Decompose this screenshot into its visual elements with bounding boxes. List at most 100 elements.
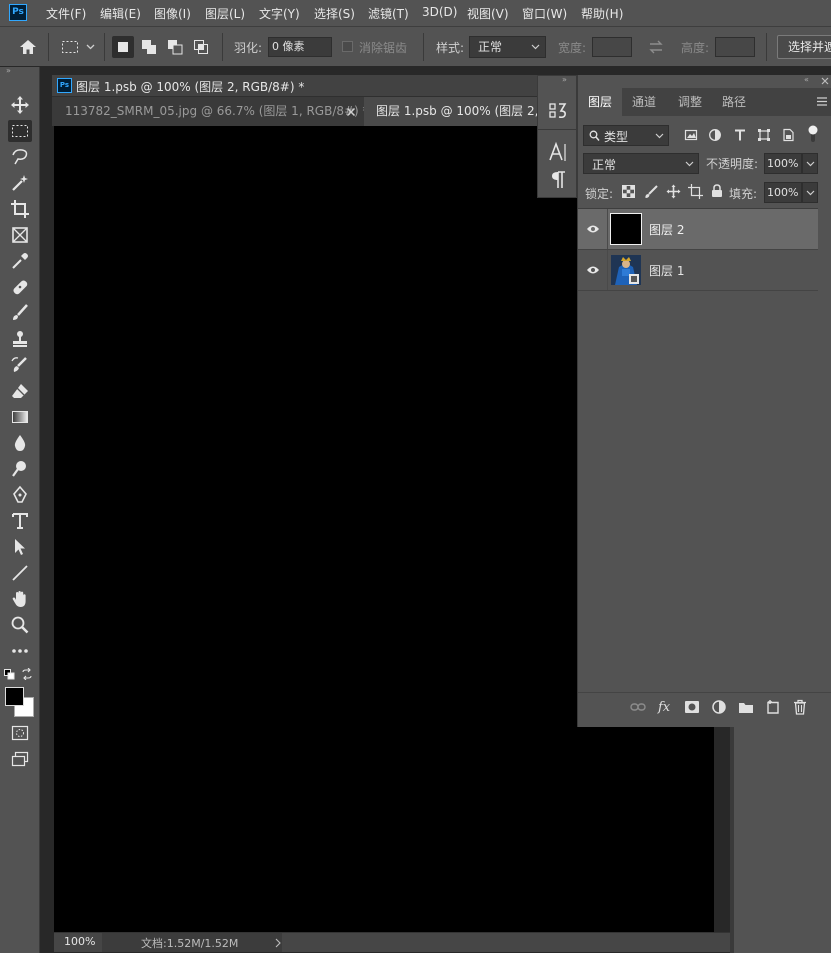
tab-jpg-document[interactable]: 113782_SMRM_05.jpg @ 66.7% (图层 1, RGB/8#… [52,97,364,126]
tab-paths[interactable]: 路径 [712,88,756,116]
add-mask-icon[interactable] [683,699,701,715]
feather-input[interactable]: 0 像素 [268,37,332,57]
gradient-tool-icon[interactable] [8,406,32,428]
line-tool-icon[interactable] [8,562,32,584]
document-title-bar[interactable]: Ps 图层 1.psb @ 100% (图层 2, RGB/8#) * [52,75,542,97]
home-icon[interactable] [18,38,38,56]
filter-pixel-icon[interactable] [684,128,698,142]
more-tools-icon[interactable] [8,640,32,662]
delete-layer-icon[interactable] [791,699,809,715]
menu-filter[interactable]: 滤镜(T) [368,5,409,22]
close-icon[interactable] [820,75,830,85]
collapse-icon[interactable]: » [6,67,16,75]
character-panel-icon[interactable] [546,141,570,163]
menu-image[interactable]: 图像(I) [154,5,191,22]
dodge-tool-icon[interactable] [8,458,32,480]
screen-mode-icon[interactable] [8,748,32,770]
select-and-mask-button[interactable]: 选择并遮住... [777,35,831,59]
lasso-tool-icon[interactable] [8,146,32,168]
swap-icon[interactable] [647,39,665,55]
zoom-tool-icon[interactable] [8,614,32,636]
layer-name[interactable]: 图层 2 [649,221,684,238]
eyedropper-tool-icon[interactable] [8,250,32,272]
menu-3d[interactable]: 3D(D) [422,5,457,19]
intersect-selection-button[interactable] [190,36,212,58]
clone-stamp-tool-icon[interactable] [8,328,32,350]
history-brush-tool-icon[interactable] [8,354,32,376]
new-selection-button[interactable] [112,36,134,58]
healing-brush-tool-icon[interactable] [8,276,32,298]
fill-input[interactable]: 100% [764,182,802,203]
move-tool-icon[interactable] [8,94,32,116]
tab-psb-document[interactable]: 图层 1.psb @ 100% (图层 2, RGB/8#) * [364,97,542,126]
height-input[interactable] [715,37,755,57]
prevent-autonest-icon[interactable] [688,184,703,199]
layer-row-2[interactable]: 图层 2 [578,209,818,250]
menu-select[interactable]: 选择(S) [314,5,355,22]
type-tool-icon[interactable] [8,510,32,532]
zoom-level[interactable]: 100% [64,935,95,948]
chevron-right-icon[interactable] [274,937,282,948]
lock-position-icon[interactable] [666,184,681,199]
filter-adjustment-icon[interactable] [708,128,722,142]
path-selection-tool-icon[interactable] [8,536,32,558]
style-select[interactable]: 正常 [469,36,546,58]
menu-help[interactable]: 帮助(H) [581,5,623,22]
doc-info-box[interactable]: 文档:1.52M/1.52M [102,933,282,952]
new-adjustment-layer-icon[interactable] [710,699,728,715]
hand-tool-icon[interactable] [8,588,32,610]
rectangular-marquee-tool-icon[interactable] [8,120,32,142]
add-to-selection-button[interactable] [138,36,160,58]
menu-layer[interactable]: 图层(L) [205,5,245,22]
lock-all-icon[interactable] [711,184,723,198]
filter-toggle-icon[interactable] [806,124,820,144]
lock-transparent-pixels-icon[interactable] [622,185,635,198]
fill-dropdown[interactable] [802,182,818,203]
filter-shape-icon[interactable] [757,128,771,142]
layer-name[interactable]: 图层 1 [649,262,684,279]
close-icon[interactable] [346,106,356,117]
foreground-color-swatch[interactable] [5,687,24,706]
frame-tool-icon[interactable] [8,224,32,246]
menu-view[interactable]: 视图(V) [467,5,509,22]
quick-mask-icon[interactable] [8,722,32,744]
layer-visibility-toggle[interactable] [578,250,608,290]
tab-channels[interactable]: 通道 [622,88,666,116]
brush-tool-icon[interactable] [8,302,32,324]
menu-edit[interactable]: 编辑(E) [100,5,141,22]
layer-filter-select[interactable]: 类型 [583,125,669,146]
magic-wand-tool-icon[interactable] [8,172,32,194]
link-layers-icon[interactable] [629,699,647,715]
menu-type[interactable]: 文字(Y) [259,5,300,22]
antialias-checkbox[interactable] [342,41,353,52]
lock-image-pixels-icon[interactable] [644,185,658,199]
collapse-icon[interactable]: » [562,76,574,84]
history-panel-icon[interactable] [546,100,570,122]
blend-mode-select[interactable]: 正常 [583,153,699,174]
new-group-icon[interactable] [737,699,755,715]
opacity-input[interactable]: 100% [764,153,802,174]
tab-layers[interactable]: 图层 [578,88,622,116]
paragraph-panel-icon[interactable] [546,169,570,191]
subtract-from-selection-button[interactable] [164,36,186,58]
default-colors-icon[interactable] [4,669,15,680]
panel-menu-icon[interactable] [816,96,828,107]
layer-style-fx-icon[interactable]: fx [656,699,674,715]
menu-file[interactable]: 文件(F) [46,5,86,22]
layer-visibility-toggle[interactable] [578,209,608,249]
pen-tool-icon[interactable] [8,484,32,506]
crop-tool-icon[interactable] [8,198,32,220]
width-input[interactable] [592,37,632,57]
menu-window[interactable]: 窗口(W) [522,5,567,22]
layer-row-1[interactable]: 图层 1 [578,250,818,291]
eraser-tool-icon[interactable] [8,380,32,402]
collapse-icon[interactable]: « [804,75,816,85]
swap-colors-icon[interactable] [21,667,33,681]
tab-adjustments[interactable]: 调整 [668,88,712,116]
filter-smart-object-icon[interactable] [781,128,795,142]
blur-tool-icon[interactable] [8,432,32,454]
opacity-dropdown[interactable] [802,153,818,174]
filter-type-icon[interactable] [733,128,747,142]
tool-preset-picker[interactable] [60,38,98,56]
new-layer-icon[interactable] [764,699,782,715]
